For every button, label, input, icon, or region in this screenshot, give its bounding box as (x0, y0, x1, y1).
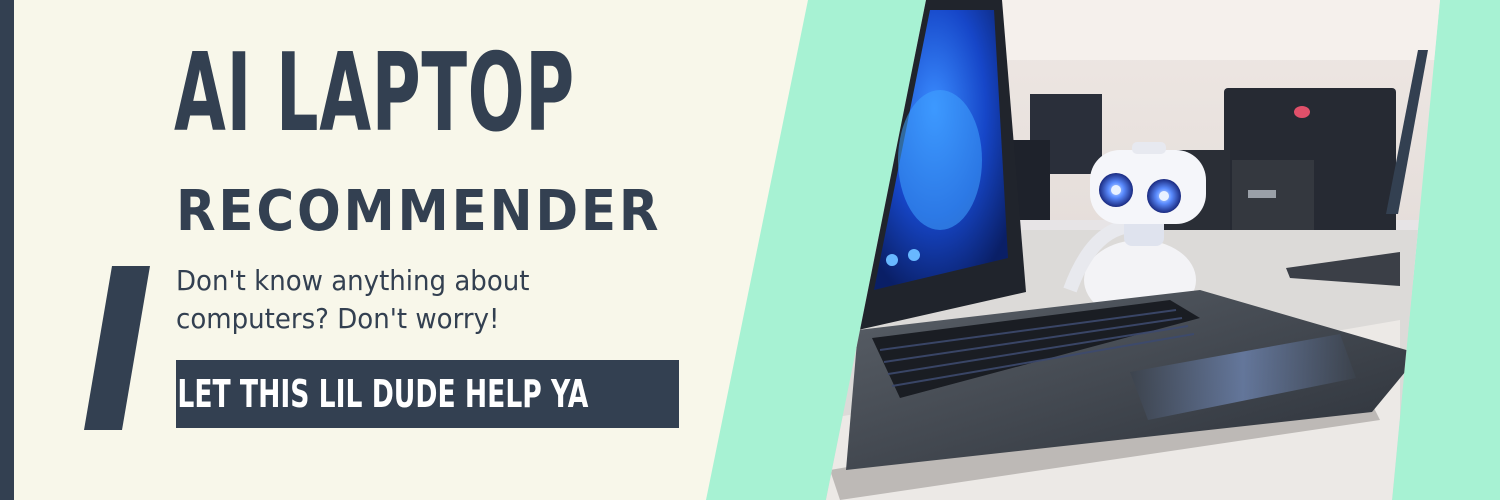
monitor-logo (1294, 106, 1310, 118)
robot-laptop-photo (706, 0, 1500, 500)
robot-head-top (1132, 142, 1166, 154)
robot-pupil-right (1159, 191, 1169, 201)
bg-box-label (1248, 190, 1276, 198)
robot-pupil-left (1111, 185, 1121, 195)
bg-box (1232, 160, 1314, 240)
screen-globe-shape (898, 90, 982, 230)
screen-button-2 (908, 249, 920, 261)
hero-banner: AI LAPTOP RECOMMENDER Don't know anythin… (0, 0, 1500, 500)
screen-button-1 (886, 254, 898, 266)
